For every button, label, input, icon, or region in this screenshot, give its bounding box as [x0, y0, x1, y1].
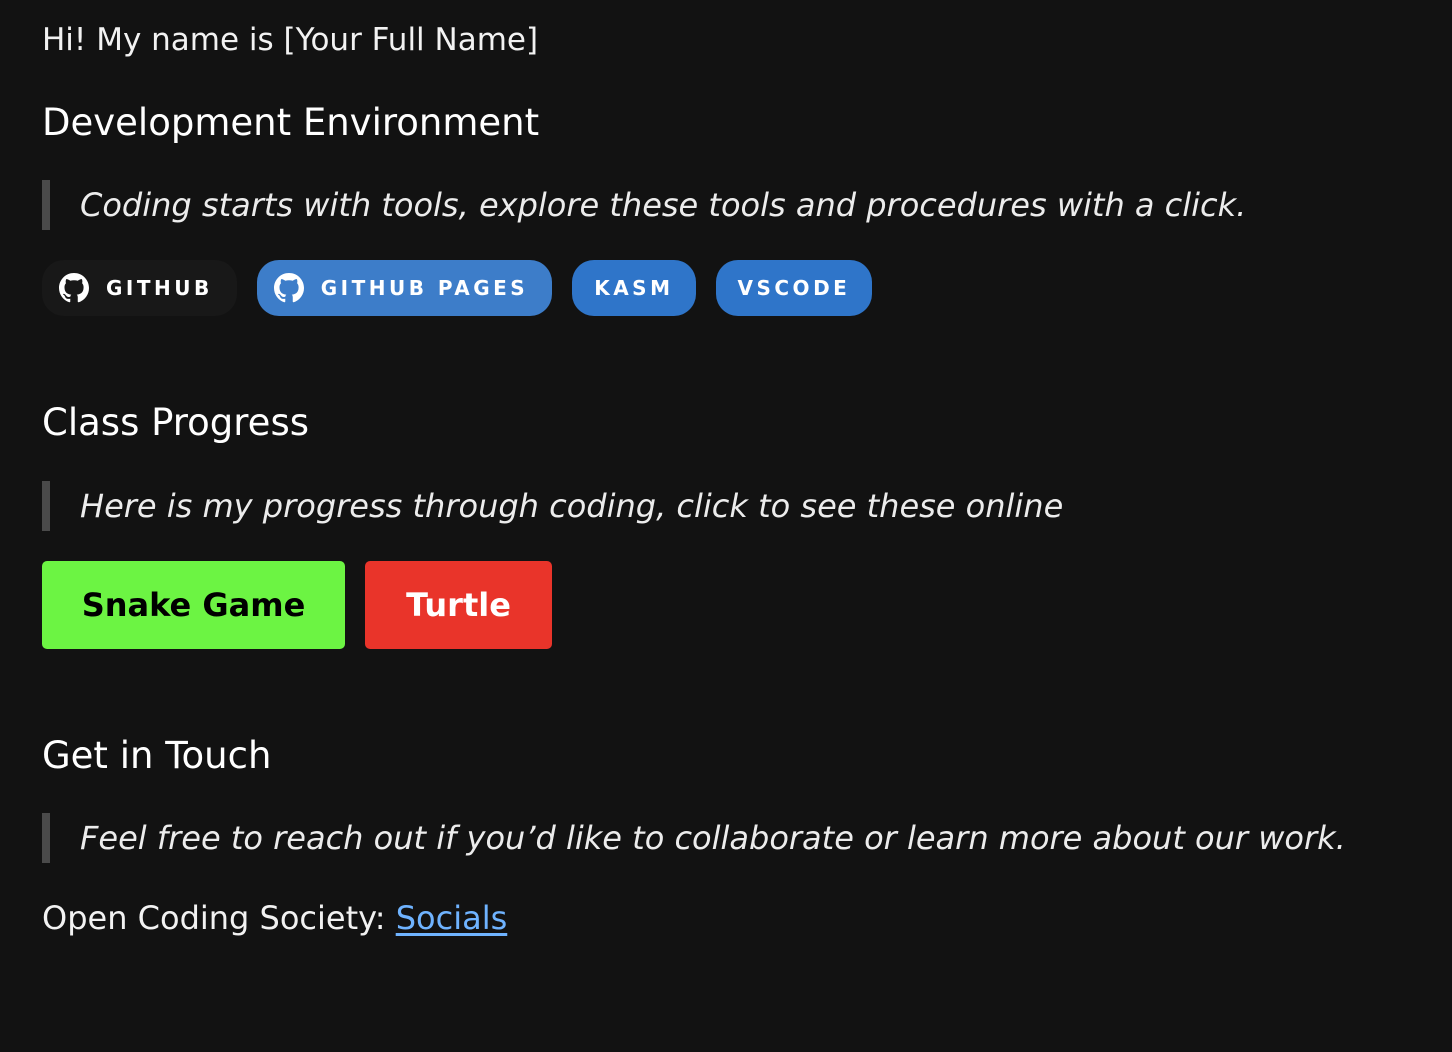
snake-game-button[interactable]: Snake Game: [42, 561, 345, 649]
class-progress-quote-text: Here is my progress through coding, clic…: [80, 487, 1064, 525]
turtle-button[interactable]: Turtle: [365, 561, 552, 649]
society-line: Open Coding Society: Socials: [42, 896, 507, 940]
tool-badges: GITHUB GITHUB PAGES KASM VSCODE: [42, 260, 873, 316]
contact-heading: Get in Touch: [42, 734, 272, 777]
github-badge[interactable]: GITHUB: [42, 260, 237, 316]
github-pages-badge[interactable]: GITHUB PAGES: [256, 260, 553, 316]
intro-text: Hi! My name is [Your Full Name]: [42, 22, 539, 58]
contact-quote: Feel free to reach out if you’d like to …: [42, 813, 1346, 863]
progress-buttons: Snake Game Turtle: [42, 561, 552, 649]
github-pages-badge-label: GITHUB PAGES: [320, 276, 529, 300]
kasm-badge[interactable]: KASM: [572, 260, 696, 316]
github-icon: [59, 273, 89, 303]
dev-env-heading: Development Environment: [42, 101, 540, 144]
vscode-badge[interactable]: VSCODE: [715, 260, 873, 316]
vscode-badge-label: VSCODE: [737, 276, 851, 300]
class-progress-heading: Class Progress: [42, 401, 310, 444]
kasm-badge-label: KASM: [594, 276, 674, 300]
socials-link[interactable]: Socials: [396, 899, 508, 937]
class-progress-quote: Here is my progress through coding, clic…: [42, 481, 1063, 531]
contact-quote-text: Feel free to reach out if you’d like to …: [80, 819, 1346, 857]
society-label: Open Coding Society:: [42, 899, 396, 937]
dev-env-quote-text: Coding starts with tools, explore these …: [80, 186, 1247, 224]
github-icon: [273, 273, 304, 303]
github-badge-label: GITHUB: [106, 276, 213, 300]
dev-env-quote: Coding starts with tools, explore these …: [42, 180, 1246, 230]
